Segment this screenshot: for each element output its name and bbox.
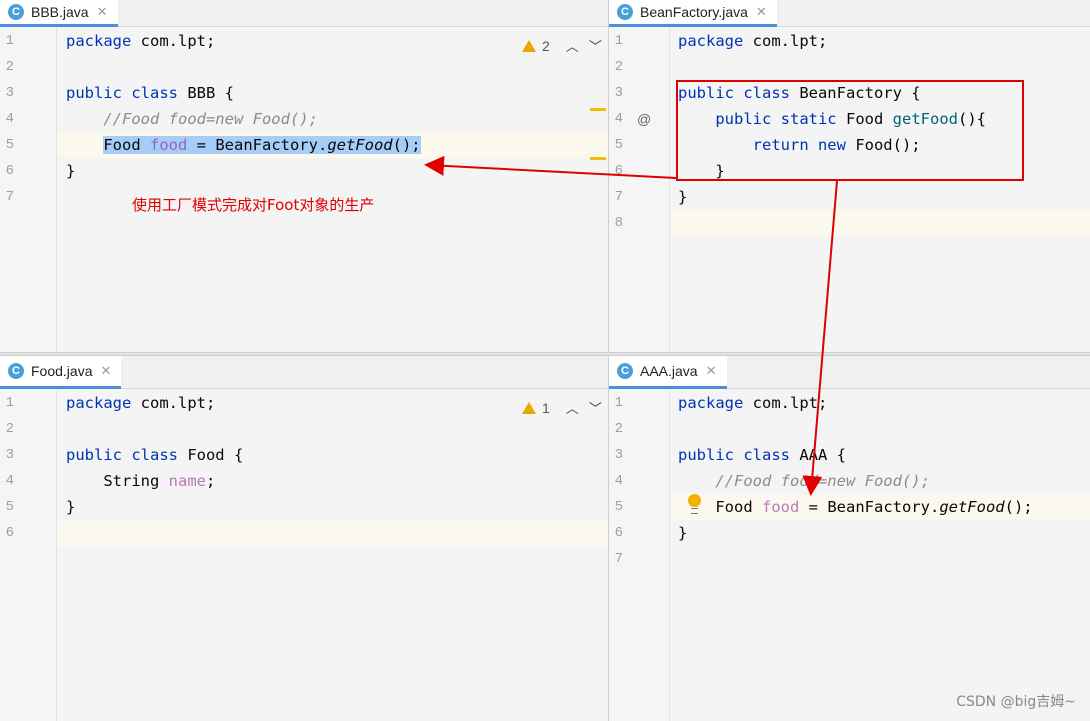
editor-pane-bbb[interactable]: C BBB.java ✕ 1 2 3 4 5 6 7 package com.l… <box>0 0 608 352</box>
code-line: } <box>678 524 688 542</box>
line-number-gutter: 1 2 3 4 5 6 7 <box>0 28 57 352</box>
chevron-up-icon[interactable]: ︿ <box>566 36 579 55</box>
line-number: 6 <box>614 525 623 541</box>
chevron-down-icon[interactable]: ﹀ <box>589 36 602 55</box>
inspection-widget[interactable]: 2 ︿ ﹀ <box>522 36 602 55</box>
line-number: 2 <box>614 421 623 437</box>
watermark: CSDN @big吉姆~ <box>956 694 1076 710</box>
line-number: 4 <box>5 111 14 127</box>
line-number-gutter: 1 2 3 4 5 6 7 8 @ <box>609 28 670 352</box>
line-number: 7 <box>614 551 623 567</box>
class-icon: C <box>8 363 24 379</box>
line-number: 2 <box>5 59 14 75</box>
lightbulb-base <box>691 508 698 514</box>
code-editor[interactable]: package com.lpt; public class Food { Str… <box>58 390 608 721</box>
line-number: 6 <box>5 525 14 541</box>
line-number: 3 <box>5 85 14 101</box>
caret-line-highlight <box>58 520 608 546</box>
warning-count: 1 <box>542 399 550 416</box>
lightbulb-icon[interactable] <box>688 494 701 507</box>
warning-stripe[interactable] <box>590 157 606 160</box>
code-line: String name; <box>66 472 216 490</box>
tab-aaa-java[interactable]: C AAA.java ✕ <box>609 356 727 389</box>
chevron-down-icon[interactable]: ﹀ <box>589 398 602 417</box>
tab-bar: C Food.java ✕ <box>0 356 608 389</box>
line-number: 2 <box>614 59 623 75</box>
implementation-marker-icon[interactable]: @ <box>637 111 651 127</box>
vertical-splitter[interactable] <box>608 0 609 721</box>
line-number: 7 <box>5 189 14 205</box>
tab-label: BeanFactory.java <box>640 4 748 20</box>
highlight-box <box>676 80 1024 181</box>
code-line: public class Food { <box>66 446 244 464</box>
horizontal-splitter[interactable] <box>0 352 1090 356</box>
chevron-up-icon[interactable]: ︿ <box>566 398 579 417</box>
line-number: 4 <box>614 111 623 127</box>
line-number: 7 <box>614 189 623 205</box>
line-number: 6 <box>5 163 14 179</box>
line-number: 2 <box>5 421 14 437</box>
line-number: 6 <box>614 163 623 179</box>
editor-pane-aaa[interactable]: C AAA.java ✕ 1 2 3 4 5 6 7 package com.l… <box>609 356 1090 721</box>
inspection-widget[interactable]: 1 ︿ ﹀ <box>522 398 602 417</box>
code-line: Food food = BeanFactory.getFood(); <box>678 498 1033 516</box>
line-number-gutter: 1 2 3 4 5 6 <box>0 390 57 721</box>
close-icon[interactable]: ✕ <box>100 363 111 379</box>
close-icon[interactable]: ✕ <box>706 363 717 379</box>
line-number-gutter: 1 2 3 4 5 6 7 <box>609 390 670 721</box>
tab-food-java[interactable]: C Food.java ✕ <box>0 356 122 389</box>
caret-line-highlight <box>671 210 1090 236</box>
code-line: //Food food=new Food(); <box>66 110 318 128</box>
close-icon[interactable]: ✕ <box>97 4 108 20</box>
warning-icon <box>522 401 536 414</box>
line-number: 5 <box>5 137 14 153</box>
line-number: 4 <box>614 473 623 489</box>
line-number: 1 <box>5 33 14 49</box>
code-line: } <box>66 162 76 180</box>
class-icon: C <box>8 4 24 20</box>
tab-beanfactory-java[interactable]: C BeanFactory.java ✕ <box>609 0 777 27</box>
tab-bar: C BBB.java ✕ <box>0 0 608 27</box>
class-icon: C <box>617 4 633 20</box>
warning-stripe[interactable] <box>590 108 606 111</box>
annotation-text: 使用工厂模式完成对Foot对象的生产 <box>132 196 375 214</box>
tab-bbb-java[interactable]: C BBB.java ✕ <box>0 0 118 27</box>
editor-pane-food[interactable]: C Food.java ✕ 1 2 3 4 5 6 package com.lp… <box>0 356 608 721</box>
tab-bar: C AAA.java ✕ <box>609 356 1090 389</box>
line-number: 1 <box>5 395 14 411</box>
line-number: 5 <box>614 499 623 515</box>
line-number: 5 <box>614 137 623 153</box>
code-line: } <box>678 188 688 206</box>
line-number: 1 <box>614 33 623 49</box>
warning-icon <box>522 39 536 52</box>
line-number: 3 <box>614 447 623 463</box>
code-line: package com.lpt; <box>678 32 828 50</box>
warning-count: 2 <box>542 37 550 54</box>
code-line-selected: Food food = BeanFactory.getFood(); <box>103 136 421 154</box>
tab-label: BBB.java <box>31 4 89 20</box>
code-editor[interactable]: package com.lpt; public class BBB { //Fo… <box>58 28 608 352</box>
line-number: 5 <box>5 499 14 515</box>
code-line: } <box>66 498 76 516</box>
line-number: 3 <box>5 447 14 463</box>
code-editor[interactable]: package com.lpt; public class BeanFactor… <box>671 28 1090 352</box>
class-icon: C <box>617 363 633 379</box>
code-line: public class BBB { <box>66 84 234 102</box>
tab-label: AAA.java <box>640 363 698 379</box>
line-number: 4 <box>5 473 14 489</box>
tab-label: Food.java <box>31 363 93 379</box>
code-line: //Food food=new Food(); <box>678 472 930 490</box>
close-icon[interactable]: ✕ <box>756 4 767 20</box>
code-line: package com.lpt; <box>678 394 828 412</box>
line-number: 8 <box>614 215 623 231</box>
tab-bar: C BeanFactory.java ✕ <box>609 0 1090 27</box>
line-number: 3 <box>614 85 623 101</box>
line-number: 1 <box>614 395 623 411</box>
code-editor[interactable]: package com.lpt; public class AAA { //Fo… <box>671 390 1090 721</box>
code-line: public class AAA { <box>678 446 846 464</box>
